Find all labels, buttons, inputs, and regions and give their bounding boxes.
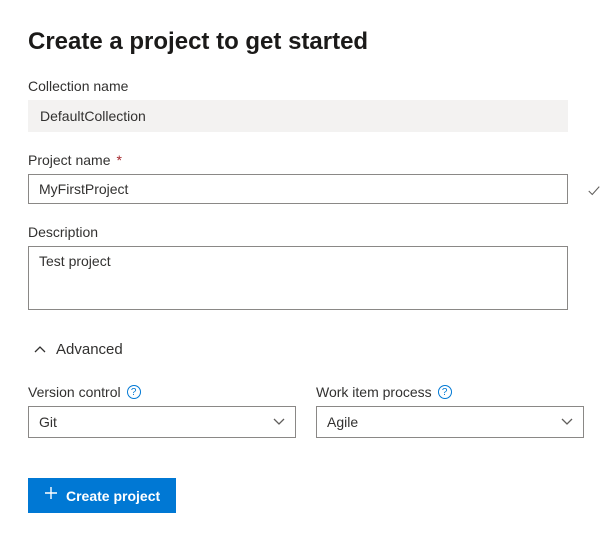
collection-name-field: Collection name DefaultCollection — [28, 78, 583, 132]
page-title: Create a project to get started — [28, 28, 583, 56]
version-control-label-text: Version control — [28, 384, 121, 400]
version-control-select[interactable]: Git — [28, 406, 296, 438]
work-item-process-label: Work item process ? — [316, 384, 584, 400]
collection-name-label: Collection name — [28, 78, 583, 94]
collection-name-value: DefaultCollection — [28, 100, 568, 132]
work-item-process-select[interactable]: Agile — [316, 406, 584, 438]
chevron-down-icon — [273, 414, 285, 430]
required-indicator: * — [116, 152, 121, 168]
plus-icon — [44, 486, 58, 505]
chevron-up-icon — [34, 344, 46, 356]
info-icon[interactable]: ? — [438, 385, 452, 399]
description-label: Description — [28, 224, 583, 240]
advanced-row: Version control ? Git Work item process … — [28, 384, 583, 438]
description-input[interactable]: Test project — [28, 246, 568, 310]
work-item-process-field: Work item process ? Agile — [316, 384, 584, 438]
info-icon[interactable]: ? — [127, 385, 141, 399]
version-control-field: Version control ? Git — [28, 384, 296, 438]
description-field: Description Test project — [28, 224, 583, 313]
project-name-input[interactable] — [28, 174, 568, 204]
project-name-label-text: Project name — [28, 152, 110, 168]
work-item-process-label-text: Work item process — [316, 384, 432, 400]
create-project-label: Create project — [66, 488, 160, 504]
project-name-label: Project name * — [28, 152, 583, 168]
version-control-label: Version control ? — [28, 384, 296, 400]
work-item-process-value: Agile — [327, 414, 358, 430]
checkmark-icon — [587, 184, 601, 201]
advanced-label: Advanced — [56, 341, 123, 358]
create-project-button[interactable]: Create project — [28, 478, 176, 513]
version-control-value: Git — [39, 414, 57, 430]
project-name-field: Project name * — [28, 152, 583, 204]
advanced-toggle[interactable]: Advanced — [34, 341, 123, 358]
chevron-down-icon — [561, 414, 573, 430]
